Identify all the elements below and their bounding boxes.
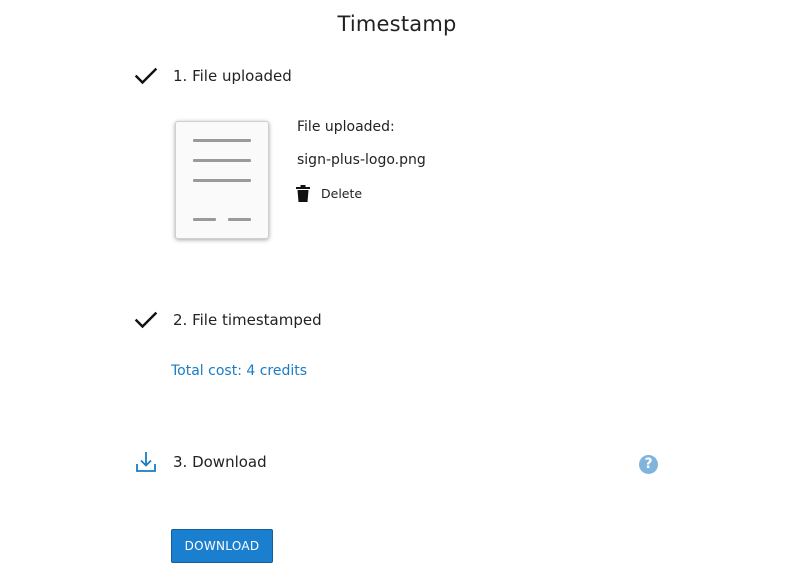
trash-icon bbox=[296, 184, 310, 202]
checkmark-icon bbox=[134, 67, 158, 85]
uploaded-file-name: sign-plus-logo.png bbox=[297, 152, 426, 168]
step-2-label: 2. File timestamped bbox=[173, 311, 322, 329]
step-3-label: 3. Download bbox=[173, 453, 267, 471]
file-thumbnail bbox=[175, 121, 269, 239]
file-uploaded-caption: File uploaded: bbox=[297, 119, 395, 135]
total-cost-text: Total cost: 4 credits bbox=[171, 363, 308, 379]
delete-file-button[interactable]: Delete bbox=[296, 183, 362, 203]
help-icon[interactable]: ? bbox=[639, 455, 658, 474]
timestamp-page: Timestamp 1. File uploaded File uploaded… bbox=[0, 0, 788, 584]
step-1-label: 1. File uploaded bbox=[173, 67, 292, 85]
download-button[interactable]: DOWNLOAD bbox=[171, 529, 273, 563]
checkmark-icon bbox=[134, 311, 158, 329]
page-title: Timestamp bbox=[337, 12, 457, 36]
delete-label: Delete bbox=[321, 185, 363, 201]
download-icon bbox=[136, 452, 156, 472]
